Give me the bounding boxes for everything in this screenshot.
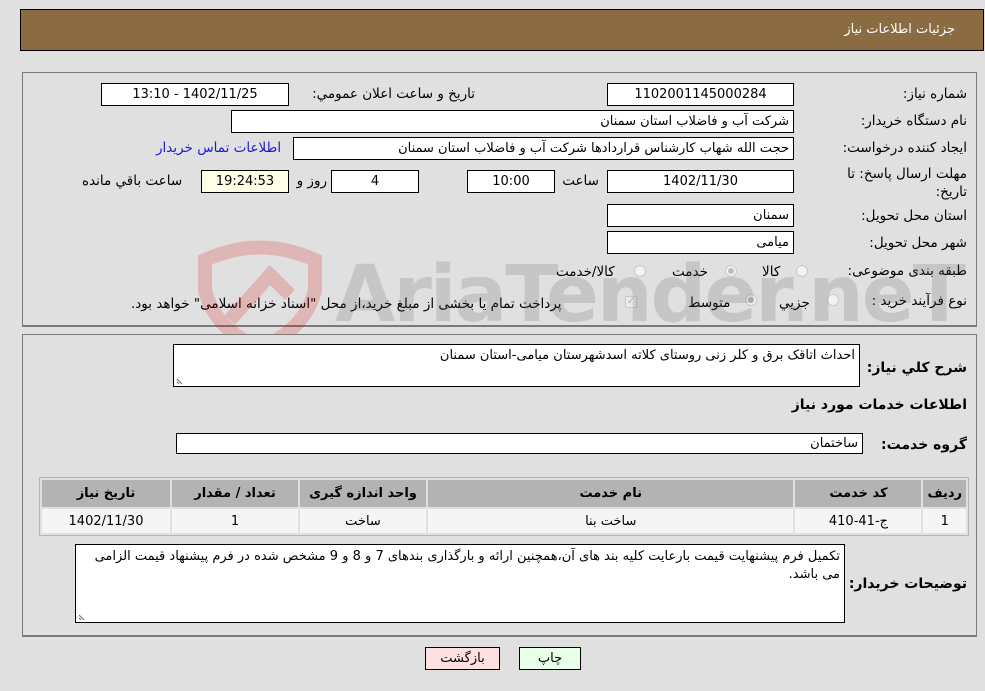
buyer-org-field[interactable]: شرکت آب و فاضلاب استان سمنان xyxy=(231,110,794,133)
deadline-label: مهلت ارسال پاسخ: تا تاریخ: xyxy=(847,165,967,201)
category-radio-service[interactable] xyxy=(725,265,737,277)
description-label: شرح کلي نیاز: xyxy=(866,360,967,376)
buyer-notes-text: تکمیل فرم پیشنهایت قیمت بارعایت کلیه بند… xyxy=(94,549,840,582)
cell-row-number: 1 xyxy=(923,509,966,533)
cell-need-date: 1402/11/30 xyxy=(42,509,170,533)
category-option-goods-service: کالا/خدمت xyxy=(556,264,615,280)
services-table: ردیف کد خدمت نام خدمت واحد اندازه گیری ت… xyxy=(39,477,969,536)
services-section-title: اطلاعات خدمات مورد نیاز xyxy=(791,397,967,413)
buyer-org-label: نام دستگاه خریدار: xyxy=(860,113,967,129)
requester-label: ایجاد کننده درخواست: xyxy=(842,140,967,156)
deadline-label-line1: مهلت ارسال پاسخ: تا xyxy=(847,166,967,182)
process-radio-medium[interactable] xyxy=(745,294,757,306)
category-radio-goods-service[interactable] xyxy=(634,265,646,277)
resize-grip-icon[interactable] xyxy=(78,612,87,621)
buyer-notes-label: توضیحات خریدار: xyxy=(848,576,967,592)
treasury-note: پرداخت تمام یا بخشی از مبلغ خرید،از محل … xyxy=(131,296,562,312)
province-label: استان محل تحویل: xyxy=(861,208,967,224)
description-text: احداث اتاقک برق و کلر زنی روستای کلاته ا… xyxy=(439,348,855,363)
category-option-service: خدمت xyxy=(672,264,708,280)
treasury-checkbox[interactable]: ✓ xyxy=(625,296,637,308)
need-number-label: شماره نیاز: xyxy=(902,86,967,102)
col-unit: واحد اندازه گیری xyxy=(300,480,426,507)
cell-quantity: 1 xyxy=(172,509,298,533)
remaining-time-field: 19:24:53 xyxy=(201,170,289,193)
description-textarea[interactable]: احداث اتاقک برق و کلر زنی روستای کلاته ا… xyxy=(173,344,860,387)
province-field[interactable]: سمنان xyxy=(607,204,794,227)
buyer-notes-textarea[interactable]: تکمیل فرم پیشنهایت قیمت بارعایت کلیه بند… xyxy=(75,544,845,623)
deadline-date-field[interactable]: 1402/11/30 xyxy=(607,170,794,193)
deadline-label-line2: تاریخ: xyxy=(935,184,967,200)
announce-date-label: تاریخ و ساعت اعلان عمومي: xyxy=(312,86,475,102)
process-radio-minor[interactable] xyxy=(827,294,839,306)
col-service-code: کد خدمت xyxy=(795,480,922,507)
service-group-field[interactable]: ساختمان xyxy=(176,433,863,454)
deadline-time-field[interactable]: 10:00 xyxy=(467,170,555,193)
table-header-row: ردیف کد خدمت نام خدمت واحد اندازه گیری ت… xyxy=(42,480,966,507)
category-option-goods: کالا xyxy=(762,264,781,280)
city-field[interactable]: میامی xyxy=(607,231,794,254)
process-option-medium: متوسط xyxy=(688,295,731,311)
days-label: روز و xyxy=(296,173,327,189)
days-remaining-field[interactable]: 4 xyxy=(331,170,419,193)
remaining-time-label: ساعت باقي مانده xyxy=(82,173,183,189)
cell-unit: ساخت xyxy=(300,509,426,533)
table-row: 1 ج-41-410 ساخت بنا ساخت 1 1402/11/30 xyxy=(42,509,966,533)
back-button[interactable]: بازگشت xyxy=(425,647,500,670)
cell-service-code: ج-41-410 xyxy=(795,509,922,533)
deadline-time-label: ساعت xyxy=(562,173,599,189)
category-label: طبقه بندی موضوعی: xyxy=(847,263,967,279)
resize-grip-icon[interactable] xyxy=(176,376,185,385)
col-need-date: تاریخ نیاز xyxy=(42,480,170,507)
buyer-contact-link[interactable]: اطلاعات تماس خریدار xyxy=(156,140,281,156)
page-title: جزئیات اطلاعات نیاز xyxy=(844,22,955,37)
col-service-name: نام خدمت xyxy=(428,480,794,507)
page-header: جزئیات اطلاعات نیاز xyxy=(20,9,984,51)
cell-service-name: ساخت بنا xyxy=(428,509,794,533)
process-option-minor: جزیي xyxy=(779,295,810,311)
print-button[interactable]: چاپ xyxy=(519,647,581,670)
category-radio-goods[interactable] xyxy=(796,265,808,277)
need-number-field[interactable]: 1102001145000284 xyxy=(607,83,794,106)
announce-date-field[interactable]: 1402/11/25 - 13:10 xyxy=(101,83,289,106)
city-label: شهر محل تحویل: xyxy=(869,235,967,251)
service-group-label: گروه خدمت: xyxy=(881,437,967,453)
col-quantity: تعداد / مقدار xyxy=(172,480,298,507)
requester-field[interactable]: حجت الله شهاب کارشناس قراردادها شرکت آب … xyxy=(293,137,794,160)
col-row-number: ردیف xyxy=(923,480,966,507)
process-type-label: نوع فرآیند خرید : xyxy=(871,293,967,309)
